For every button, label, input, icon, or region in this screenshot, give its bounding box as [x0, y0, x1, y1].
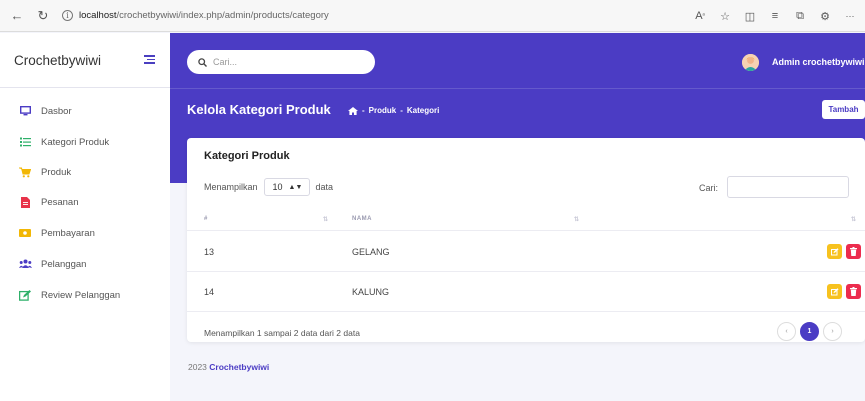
- brand-name[interactable]: Crochetbywiwi: [14, 53, 101, 68]
- footer-brand[interactable]: Crochetbywiwi: [209, 362, 269, 372]
- more-menu-icon[interactable]: ···: [839, 5, 861, 27]
- monitor-icon: [18, 105, 32, 117]
- refresh-icon[interactable]: ↻: [32, 5, 54, 27]
- footer: 2023 Crochetbywiwi: [188, 362, 269, 372]
- sidebar-item-produk[interactable]: Produk: [18, 166, 71, 178]
- edit-icon: [830, 287, 839, 295]
- users-icon: [18, 258, 32, 270]
- sort-icon[interactable]: ⇅: [574, 216, 580, 223]
- tambah-button[interactable]: Tambah: [822, 100, 865, 119]
- collections-icon[interactable]: ⧉: [789, 5, 811, 27]
- table-search-input[interactable]: [727, 176, 849, 198]
- sidebar-item-kategori-produk[interactable]: Kategori Produk: [18, 136, 109, 148]
- page-length-select[interactable]: 10 ▲▼: [263, 178, 310, 196]
- sort-icon[interactable]: ⇅: [851, 216, 857, 223]
- sidebar-item-label: Pembayaran: [41, 227, 95, 239]
- search-icon: [198, 57, 207, 67]
- row-id: 14: [204, 287, 215, 297]
- split-screen-icon[interactable]: ◫: [739, 5, 761, 27]
- edit-button[interactable]: [827, 284, 842, 299]
- url-path: /crochetbywiwi/index.php/admin/products/…: [116, 10, 329, 21]
- money-icon: [18, 227, 32, 239]
- sidebar-item-label: Produk: [41, 166, 72, 178]
- admin-name[interactable]: Admin crochetbywiwi: [772, 57, 865, 67]
- extensions-icon[interactable]: ⚙: [814, 5, 836, 27]
- sidebar-item-pesanan[interactable]: Pesanan: [18, 196, 79, 208]
- sidebar-item-dasbor[interactable]: Dasbor: [18, 105, 72, 117]
- url-host: localhost: [79, 10, 117, 21]
- edit-button[interactable]: [827, 244, 842, 259]
- card-title: Kategori Produk: [204, 150, 290, 162]
- page-length-control: Menampilkan 10 ▲▼ data: [204, 178, 333, 196]
- breadcrumb-separator: -: [400, 106, 403, 115]
- length-prefix: Menampilkan: [204, 182, 258, 192]
- list-icon: [18, 136, 32, 148]
- previous-page-button[interactable]: ‹: [777, 322, 796, 341]
- sidebar-item-pembayaran[interactable]: Pembayaran: [18, 227, 95, 239]
- delete-button[interactable]: [846, 244, 861, 259]
- page-button-current[interactable]: 1: [800, 322, 819, 341]
- divider: [0, 87, 170, 88]
- sidebar-item-label: Dasbor: [41, 105, 72, 117]
- favorites-list-icon[interactable]: ≡: [764, 5, 786, 27]
- row-id: 13: [204, 247, 215, 257]
- sort-icon[interactable]: ⇅: [323, 216, 329, 223]
- page-title: Kelola Kategori Produk: [187, 102, 331, 117]
- sidebar-item-label: Pesanan: [41, 196, 79, 208]
- pagination: ‹ 1 ›: [773, 322, 842, 341]
- trash-icon: [850, 287, 857, 296]
- divider: [170, 88, 865, 89]
- delete-button[interactable]: [846, 284, 861, 299]
- chevron-left-icon: ‹: [785, 328, 788, 335]
- avatar[interactable]: [742, 54, 759, 71]
- table-header: # ⇅ NAMA ⇅ ⇅: [187, 206, 865, 231]
- search-placeholder: Cari...: [213, 57, 238, 67]
- column-header-number[interactable]: #: [204, 216, 208, 222]
- length-value: 10: [272, 182, 283, 192]
- read-aloud-icon[interactable]: Aᵃ: [689, 5, 711, 27]
- sidebar-item-label: Pelanggan: [41, 258, 87, 270]
- edit-icon: [18, 289, 32, 301]
- browser-toolbar: ← ↻ i localhost/crochetbywiwi/index.php/…: [0, 0, 865, 32]
- edit-icon: [830, 247, 839, 255]
- browser-actions: Aᵃ ☆ ◫ ≡ ⧉ ⚙ ···: [686, 0, 861, 32]
- category-card: Kategori Produk Menampilkan 10 ▲▼ data C…: [187, 138, 865, 342]
- sidebar-item-pelanggan[interactable]: Pelanggan: [18, 258, 86, 270]
- next-page-button[interactable]: ›: [823, 322, 842, 341]
- sidebar-item-label: Review Pelanggan: [41, 289, 121, 301]
- updown-icon: ▲▼: [288, 183, 303, 191]
- breadcrumb-item-kategori: Kategori: [406, 106, 440, 115]
- table-row: 13 GELANG: [187, 232, 865, 272]
- row-nama: KALUNG: [352, 287, 390, 297]
- breadcrumb: - Produk - Kategori: [348, 106, 439, 115]
- back-arrow-icon[interactable]: ←: [6, 5, 28, 27]
- trash-icon: [850, 247, 857, 256]
- chevron-right-icon: ›: [831, 328, 834, 335]
- table-search-label: Cari:: [699, 183, 719, 193]
- cart-icon: [18, 166, 32, 178]
- home-icon[interactable]: [348, 106, 358, 115]
- table-row: 14 KALUNG: [187, 272, 865, 312]
- breadcrumb-separator: -: [362, 106, 365, 115]
- footer-year: 2023: [188, 362, 207, 372]
- sidebar: Crochetbywiwi Dasbor Kategori Produk Pro…: [0, 33, 170, 401]
- length-suffix: data: [315, 182, 334, 192]
- breadcrumb-item-produk[interactable]: Produk: [369, 106, 397, 115]
- address-bar[interactable]: localhost/crochetbywiwi/index.php/admin/…: [79, 10, 329, 21]
- menu-toggle-icon[interactable]: [144, 55, 155, 64]
- table-info: Menampilkan 1 sampai 2 data dari 2 data: [204, 328, 360, 338]
- site-info-icon[interactable]: i: [62, 10, 73, 21]
- sidebar-item-review-pelanggan[interactable]: Review Pelanggan: [18, 289, 120, 301]
- favorite-star-icon[interactable]: ☆: [714, 5, 736, 27]
- file-icon: [18, 196, 32, 208]
- sidebar-item-label: Kategori Produk: [41, 136, 110, 148]
- search-input[interactable]: Cari...: [187, 50, 375, 74]
- row-nama: GELANG: [352, 247, 390, 257]
- column-header-nama[interactable]: NAMA: [352, 216, 372, 222]
